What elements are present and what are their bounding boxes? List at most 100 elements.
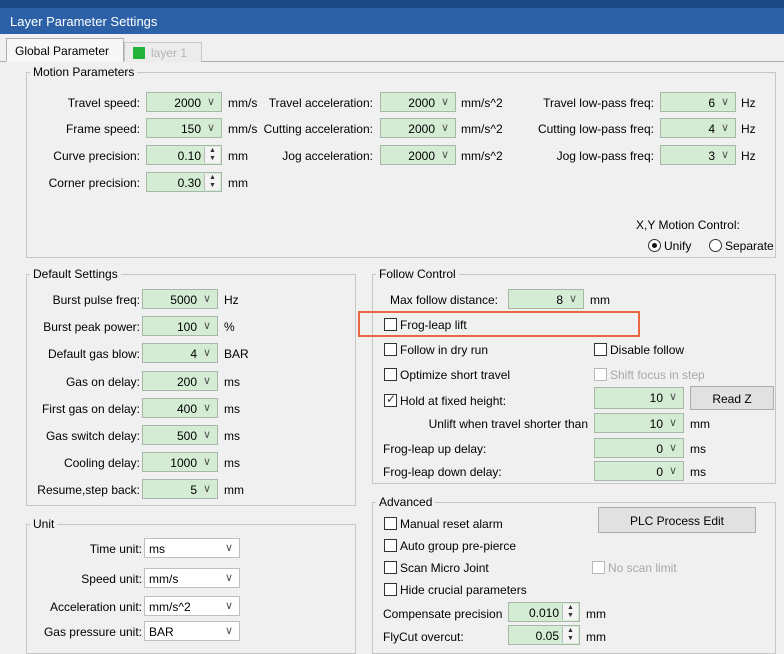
gas-pressure-unit-label: Gas pressure unit: <box>43 625 142 639</box>
cutting-lowpass-value: 4 <box>708 122 715 136</box>
first-gas-on-delay-combo[interactable]: 400 ∨ <box>142 398 218 418</box>
cooling-delay-combo[interactable]: 1000 ∨ <box>142 452 218 472</box>
spin-buttons[interactable]: ▲ ▼ <box>204 147 220 163</box>
hold-at-fixed-height-combo[interactable]: 10 ∨ <box>594 387 684 409</box>
radio-separate[interactable]: Separate <box>709 239 774 253</box>
chevron-down-icon: ∨ <box>224 600 234 612</box>
frog-leap-up-delay-value: 0 <box>656 442 663 456</box>
no-scan-limit-label: No scan limit <box>608 561 677 575</box>
hide-crucial-parameters-label: Hide crucial parameters <box>400 583 527 597</box>
cutting-lowpass-combo[interactable]: 4 ∨ <box>660 118 736 138</box>
spin-down-icon[interactable]: ▼ <box>563 612 578 620</box>
travel-lowpass-combo[interactable]: 6 ∨ <box>660 92 736 112</box>
frog-leap-lift-label: Frog-leap lift <box>400 318 467 332</box>
frog-leap-lift-checkbox[interactable]: Frog-leap lift <box>384 318 467 332</box>
speed-unit-label: Speed unit: <box>81 572 142 586</box>
tab-layer-1[interactable]: layer 1 <box>124 42 202 62</box>
spin-buttons[interactable]: ▲ ▼ <box>562 604 578 620</box>
default-gas-blow-value: 4 <box>190 347 197 361</box>
flycut-overcut-value: 0.05 <box>535 629 559 643</box>
radio-empty-icon <box>709 239 722 252</box>
gas-switch-delay-combo[interactable]: 500 ∨ <box>142 425 218 445</box>
max-follow-distance-combo[interactable]: 8 ∨ <box>508 289 584 309</box>
corner-precision-value: 0.30 <box>177 176 201 190</box>
compensate-precision-unit: mm <box>586 607 606 621</box>
scan-micro-joint-checkbox[interactable]: Scan Micro Joint <box>384 561 489 575</box>
title-bar-top-strip <box>0 0 784 8</box>
checkbox-empty-icon <box>384 318 397 331</box>
frog-leap-up-delay-combo[interactable]: 0 ∨ <box>594 438 684 458</box>
disable-follow-checkbox[interactable]: Disable follow <box>594 343 684 357</box>
burst-pulse-freq-combo[interactable]: 5000 ∨ <box>142 289 218 309</box>
gas-on-delay-label: Gas on delay: <box>65 375 140 389</box>
manual-reset-alarm-checkbox[interactable]: Manual reset alarm <box>384 517 503 531</box>
frog-leap-down-delay-combo[interactable]: 0 ∨ <box>594 461 684 481</box>
auto-group-pre-pierce-checkbox[interactable]: Auto group pre-pierce <box>384 539 516 553</box>
frog-leap-down-delay-value: 0 <box>656 465 663 479</box>
frame-speed-combo[interactable]: 150 ∨ <box>146 118 222 138</box>
default-gas-blow-label: Default gas blow: <box>47 347 140 361</box>
chevron-down-icon: ∨ <box>224 542 234 554</box>
radio-separate-label: Separate <box>725 239 774 253</box>
compensate-precision-spinbox[interactable]: 0.010 ▲ ▼ <box>508 602 580 622</box>
chevron-down-icon: ∨ <box>202 375 212 387</box>
follow-in-dry-run-checkbox[interactable]: Follow in dry run <box>384 343 488 357</box>
chevron-down-icon: ∨ <box>668 391 678 403</box>
checkbox-disabled-icon <box>592 561 605 574</box>
spin-up-icon[interactable]: ▲ <box>563 604 578 612</box>
tab-global-parameter[interactable]: Global Parameter <box>6 38 124 62</box>
tab-global-parameter-label: Global Parameter <box>15 44 110 58</box>
spin-down-icon[interactable]: ▼ <box>563 635 578 643</box>
hide-crucial-parameters-checkbox[interactable]: Hide crucial parameters <box>384 583 527 597</box>
spin-buttons[interactable]: ▲ ▼ <box>562 627 578 643</box>
cutting-acceleration-combo[interactable]: 2000 ∨ <box>380 118 456 138</box>
chevron-down-icon: ∨ <box>224 625 234 637</box>
follow-in-dry-run-label: Follow in dry run <box>400 343 489 357</box>
corner-precision-spinbox[interactable]: 0.30 ▲ ▼ <box>146 172 222 192</box>
gas-switch-delay-value: 500 <box>176 429 197 443</box>
optimize-short-travel-checkbox[interactable]: Optimize short travel <box>384 368 510 382</box>
time-unit-select[interactable]: ms ∨ <box>144 538 240 558</box>
unlift-shorter-combo[interactable]: 10 ∨ <box>594 413 684 433</box>
radio-selected-icon <box>648 239 661 252</box>
travel-speed-combo[interactable]: 2000 ∨ <box>146 92 222 112</box>
spin-buttons[interactable]: ▲ ▼ <box>204 174 220 190</box>
radio-unify[interactable]: Unify <box>648 239 691 253</box>
auto-group-pre-pierce-label: Auto group pre-pierce <box>400 539 517 553</box>
checkbox-empty-icon <box>384 343 397 356</box>
default-gas-blow-combo[interactable]: 4 ∨ <box>142 343 218 363</box>
curve-precision-spinbox[interactable]: 0.10 ▲ ▼ <box>146 145 222 165</box>
frog-leap-up-delay-label: Frog-leap up delay: <box>383 442 487 456</box>
shift-focus-in-step-checkbox: Shift focus in step <box>594 368 705 382</box>
cooling-delay-value: 1000 <box>170 456 197 470</box>
checkbox-checked-icon: ✓ <box>384 392 397 407</box>
acceleration-unit-select[interactable]: mm/s^2 ∨ <box>144 596 240 616</box>
time-unit-value: ms <box>149 542 165 556</box>
spin-down-icon[interactable]: ▼ <box>205 182 220 190</box>
spin-up-icon[interactable]: ▲ <box>205 174 220 182</box>
max-follow-distance-value: 8 <box>556 293 563 307</box>
gas-pressure-unit-value: BAR <box>149 625 174 639</box>
checkbox-empty-icon <box>384 583 397 596</box>
read-z-button[interactable]: Read Z <box>690 386 774 410</box>
jog-acceleration-label: Jog acceleration: <box>282 149 373 163</box>
spin-up-icon[interactable]: ▲ <box>205 147 220 155</box>
read-z-label: Read Z <box>712 392 752 406</box>
flycut-overcut-spinbox[interactable]: 0.05 ▲ ▼ <box>508 625 580 645</box>
gas-pressure-unit-select[interactable]: BAR ∨ <box>144 621 240 641</box>
jog-acceleration-combo[interactable]: 2000 ∨ <box>380 145 456 165</box>
hold-at-fixed-height-checkbox[interactable]: ✓ Hold at fixed height: <box>384 392 506 408</box>
gas-on-delay-combo[interactable]: 200 ∨ <box>142 371 218 391</box>
tab-layer-1-label: layer 1 <box>151 46 188 60</box>
travel-acceleration-combo[interactable]: 2000 ∨ <box>380 92 456 112</box>
plc-process-edit-button[interactable]: PLC Process Edit <box>598 507 756 533</box>
travel-acceleration-label: Travel acceleration: <box>268 96 373 110</box>
burst-peak-power-combo[interactable]: 100 ∨ <box>142 316 218 336</box>
spin-up-icon[interactable]: ▲ <box>563 627 578 635</box>
jog-lowpass-combo[interactable]: 3 ∨ <box>660 145 736 165</box>
chevron-down-icon: ∨ <box>206 96 216 108</box>
speed-unit-select[interactable]: mm/s ∨ <box>144 568 240 588</box>
first-gas-on-delay-label: First gas on delay: <box>41 402 140 416</box>
spin-down-icon[interactable]: ▼ <box>205 155 220 163</box>
resume-step-back-combo[interactable]: 5 ∨ <box>142 479 218 499</box>
